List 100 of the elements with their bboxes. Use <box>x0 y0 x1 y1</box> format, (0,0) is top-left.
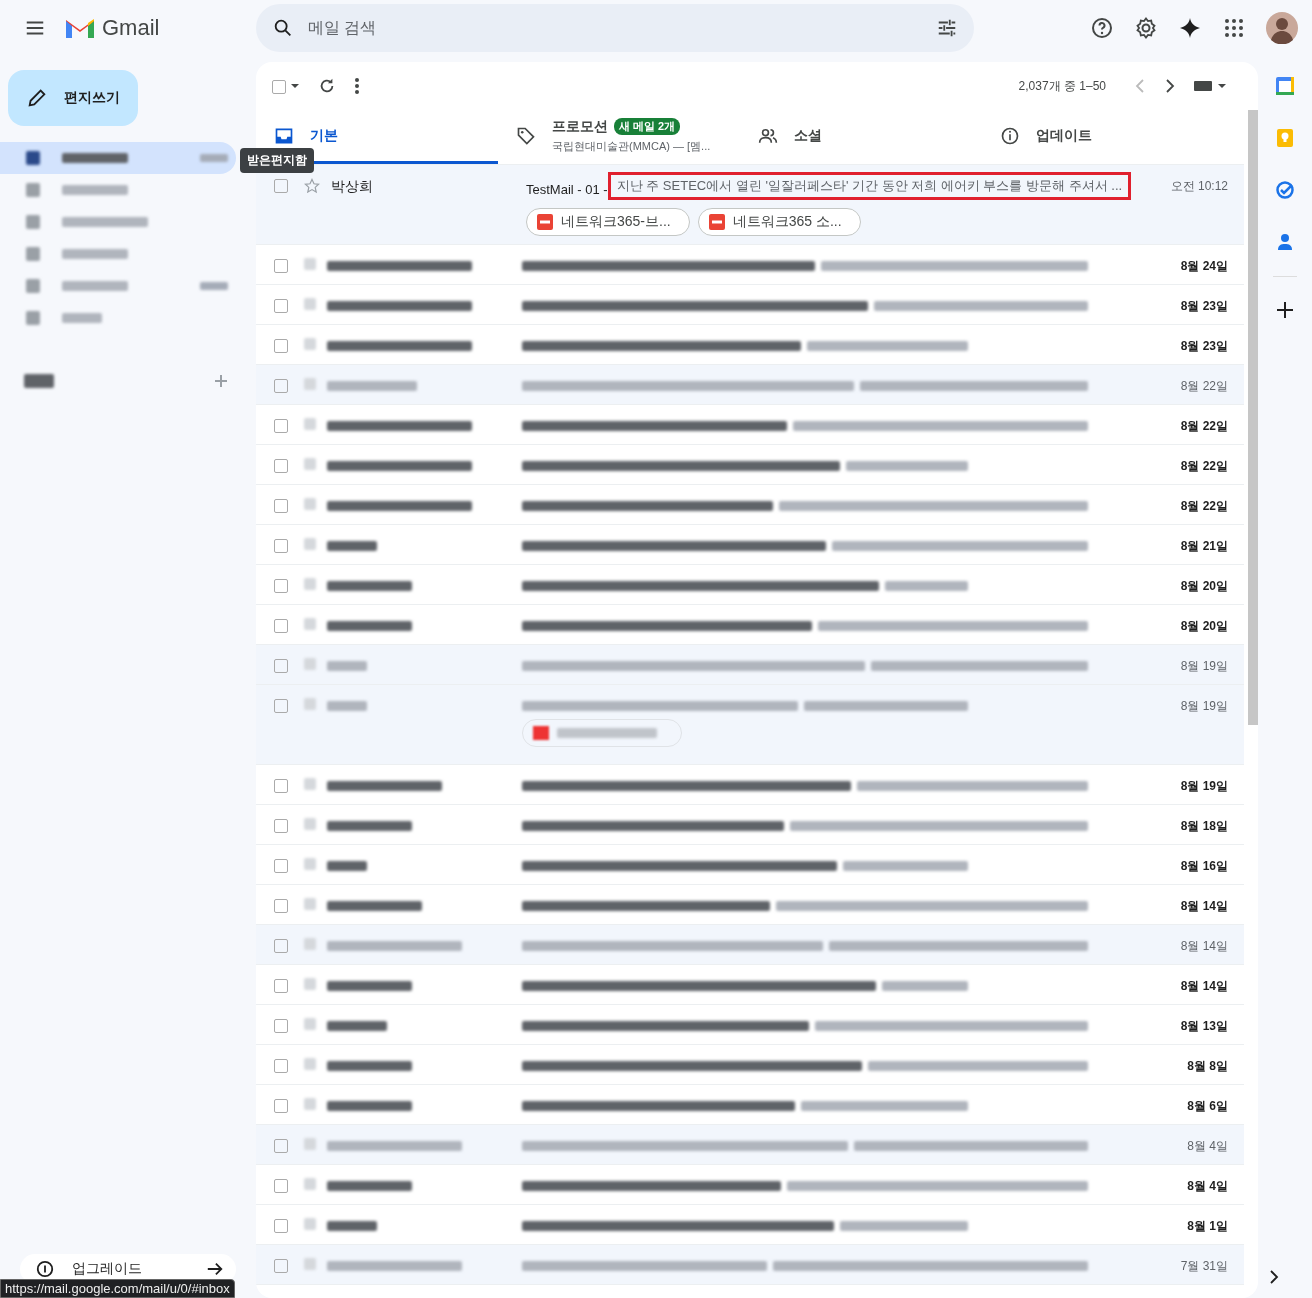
more-icon[interactable] <box>354 77 360 95</box>
apps-grid-icon[interactable] <box>1222 16 1246 40</box>
category-tab[interactable]: 업데이트 <box>982 110 1224 164</box>
message-row[interactable]: 8월 22일 <box>256 365 1244 405</box>
person-icon[interactable] <box>1275 232 1295 252</box>
status-url-tooltip: https://mail.google.com/mail/u/0/#inbox <box>0 1279 235 1298</box>
check-circle-icon[interactable] <box>1275 180 1295 200</box>
checkbox[interactable] <box>274 779 288 793</box>
date: 8월 4일 <box>1186 1138 1228 1155</box>
blurred-text <box>62 313 102 323</box>
caret-icon[interactable] <box>290 81 300 91</box>
settings-icon[interactable] <box>1134 16 1158 40</box>
checkbox[interactable] <box>274 899 288 913</box>
blurred-text <box>327 701 367 711</box>
checkbox[interactable] <box>274 299 288 313</box>
checkbox[interactable] <box>274 659 288 673</box>
sidebar-item[interactable] <box>0 142 236 174</box>
checkbox[interactable] <box>274 259 288 273</box>
blurred-icon <box>304 618 316 630</box>
info-icon <box>1000 125 1020 146</box>
checkbox[interactable] <box>274 499 288 513</box>
attachment-chip[interactable]: 네트워크365 소... <box>697 208 861 236</box>
previous-page-icon[interactable] <box>1134 79 1146 93</box>
app-name: Gmail <box>102 15 160 41</box>
keyboard-icon[interactable] <box>1194 80 1228 92</box>
message-row[interactable]: 8월 23일 <box>256 285 1244 325</box>
message-row[interactable]: 8월 22일 <box>256 485 1244 525</box>
scrollbar[interactable] <box>1248 110 1258 725</box>
checkbox[interactable] <box>274 339 288 353</box>
message-row[interactable]: 8월 16일 <box>256 845 1244 885</box>
next-page-icon[interactable] <box>1164 79 1176 93</box>
blurred-icon <box>304 978 316 990</box>
message-row[interactable]: 8월 14일 <box>256 965 1244 1005</box>
help-icon[interactable] <box>1090 16 1114 40</box>
message-row[interactable]: 8월 22일 <box>256 405 1244 445</box>
checkbox[interactable] <box>274 859 288 873</box>
compose-button[interactable]: 편지쓰기 <box>8 70 138 126</box>
blurred-icon <box>26 183 40 197</box>
new-mail-badge: 새 메일 2개 <box>614 118 681 135</box>
checkbox[interactable] <box>274 179 288 193</box>
blurred-icon <box>26 311 40 325</box>
search-field[interactable]: 메일 검색 <box>306 18 924 38</box>
message-row[interactable]: 8월 8일 <box>256 1045 1244 1085</box>
search-bar[interactable]: 메일 검색 <box>256 4 974 52</box>
blurred-text <box>327 661 367 671</box>
message-row[interactable]: 8월 13일 <box>256 1005 1244 1045</box>
message-row[interactable]: 8월 19일 <box>256 685 1244 765</box>
message-row[interactable]: 8월 22일 <box>256 445 1244 485</box>
message-row[interactable]: 박상희 TestMail - 01 - 지난 주 SETEC에서 열린 '일잘러페스타' 기간 동안 저희 에어키 부스를 방문해 주셔서 ... 네트워크365-브... 네트워크365 소... 오전 10:12 <box>256 165 1244 245</box>
message-row[interactable]: 8월 19일 <box>256 645 1244 685</box>
date: 8월 22일 <box>1179 418 1228 435</box>
checkbox[interactable] <box>274 579 288 593</box>
checkbox[interactable] <box>274 619 288 633</box>
checkbox[interactable] <box>274 379 288 393</box>
checkbox[interactable] <box>274 1259 288 1273</box>
checkbox[interactable] <box>274 419 288 433</box>
avatar[interactable] <box>1266 12 1298 44</box>
star-icon[interactable] <box>304 178 320 194</box>
checkbox[interactable] <box>274 979 288 993</box>
filter-options-icon[interactable] <box>936 17 958 39</box>
checkbox[interactable] <box>274 819 288 833</box>
date: 8월 14일 <box>1179 898 1228 915</box>
select-all-checkbox[interactable] <box>272 79 286 94</box>
message-row[interactable]: 8월 19일 <box>256 765 1244 805</box>
blurred-icon <box>304 458 316 470</box>
checkbox[interactable] <box>274 939 288 953</box>
plus-icon[interactable] <box>1276 301 1294 319</box>
message-row[interactable]: 8월 4일 <box>256 1125 1244 1165</box>
message-row[interactable]: 8월 14일 <box>256 925 1244 965</box>
attachment-chip[interactable]: 네트워크365-브... <box>526 208 690 236</box>
checkbox[interactable] <box>274 1139 288 1153</box>
checkbox[interactable] <box>274 699 288 713</box>
blurred-icon <box>304 658 316 670</box>
chevron-right-icon[interactable] <box>1268 1270 1280 1284</box>
checkbox[interactable] <box>274 539 288 553</box>
category-tab[interactable]: 프로모션 새 메일 2개 국립현대미술관(MMCA) — [멤... <box>498 110 740 164</box>
refresh-icon[interactable] <box>318 77 336 95</box>
message-row[interactable]: 8월 4일 <box>256 1165 1244 1205</box>
category-tab[interactable]: 소셜 <box>740 110 982 164</box>
checkbox[interactable] <box>274 459 288 473</box>
blurred-text <box>62 153 128 163</box>
date: 8월 20일 <box>1179 618 1228 635</box>
search-icon[interactable] <box>272 17 294 39</box>
message-row[interactable]: 8월 21일 <box>256 525 1244 565</box>
checkbox[interactable] <box>274 1219 288 1233</box>
checkbox[interactable] <box>274 1059 288 1073</box>
checkbox[interactable] <box>274 1019 288 1033</box>
envelope-logo-icon <box>64 16 96 40</box>
blurred-icon <box>304 818 316 830</box>
blurred-text <box>327 1221 377 1231</box>
checkbox[interactable] <box>274 1099 288 1113</box>
message-row[interactable]: 7월 31일 <box>256 1245 1244 1285</box>
lightbulb-icon[interactable] <box>1275 128 1295 148</box>
message-row[interactable]: 8월 18일 <box>256 805 1244 845</box>
checkbox[interactable] <box>274 1179 288 1193</box>
message-row[interactable]: 8월 20일 <box>256 565 1244 605</box>
blurred-text <box>24 374 54 388</box>
calendar-icon[interactable] <box>1275 76 1295 96</box>
blurred-icon <box>304 698 316 710</box>
message-row[interactable]: 8월 24일 <box>256 245 1244 285</box>
